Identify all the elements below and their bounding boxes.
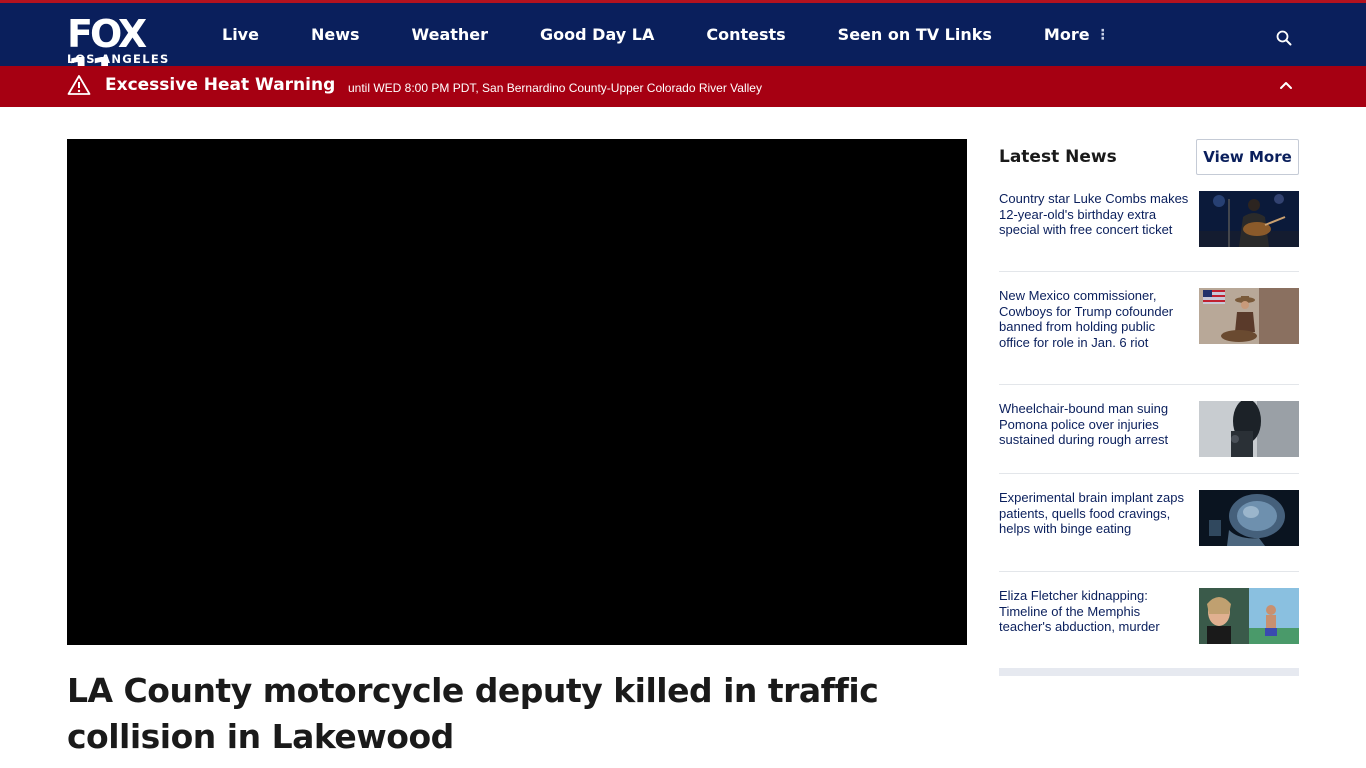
view-more-button[interactable]: View More [1196,139,1299,175]
news-thumbnail[interactable] [1199,490,1299,546]
alert-description: until WED 8:00 PM PDT, San Bernardino Co… [348,81,762,95]
nav-item-live[interactable]: Live [222,25,259,44]
divider [999,473,1299,474]
news-item-title[interactable]: Eliza Fletcher kidnapping: Timeline of t… [999,588,1189,635]
news-item-title[interactable]: New Mexico commissioner, Cowboys for Tru… [999,288,1189,351]
news-thumbnail[interactable] [1199,191,1299,247]
news-thumbnail[interactable] [1199,401,1299,457]
divider [999,384,1299,385]
vertical-dots-icon: ⋮ [1095,26,1110,43]
fox11-logo[interactable]: FOX 11 LOS ANGELES [67,15,185,91]
nav-item-good-day-la[interactable]: Good Day LA [540,25,654,44]
main-nav: Live News Weather Good Day LA Contests S… [222,3,1162,66]
sidebar-footer-bar [999,668,1299,676]
nav-item-more[interactable]: More ⋮ [1044,25,1110,44]
search-icon[interactable] [1276,30,1296,50]
divider [999,571,1299,572]
warning-triangle-icon [67,74,91,96]
weather-alert-bar: Excessive Heat Warning until WED 8:00 PM… [0,66,1366,107]
nav-more-label: More [1043,25,1090,44]
news-thumbnail[interactable] [1199,288,1299,344]
latest-news-sidebar: Latest News View More Country star Luke … [999,139,1299,676]
video-player[interactable] [67,139,967,645]
sidebar-title: Latest News [999,147,1117,167]
nav-item-weather[interactable]: Weather [412,25,489,44]
nav-item-seen-on-tv-links[interactable]: Seen on TV Links [838,25,992,44]
divider [999,271,1299,272]
alert-title[interactable]: Excessive Heat Warning [105,75,335,95]
news-item-title[interactable]: Wheelchair-bound man suing Pomona police… [999,401,1189,448]
nav-item-news[interactable]: News [311,25,360,44]
nav-item-contests[interactable]: Contests [706,25,785,44]
news-item-title[interactable]: Experimental brain implant zaps patients… [999,490,1189,537]
news-item-title[interactable]: Country star Luke Combs makes 12-year-ol… [999,191,1189,238]
news-thumbnail[interactable] [1199,588,1299,644]
logo-sub-text: LOS ANGELES [67,52,170,66]
chevron-up-icon[interactable] [1278,78,1294,92]
sidebar-header: Latest News View More [999,139,1299,191]
article-headline: LA County motorcycle deputy killed in tr… [67,671,879,756]
